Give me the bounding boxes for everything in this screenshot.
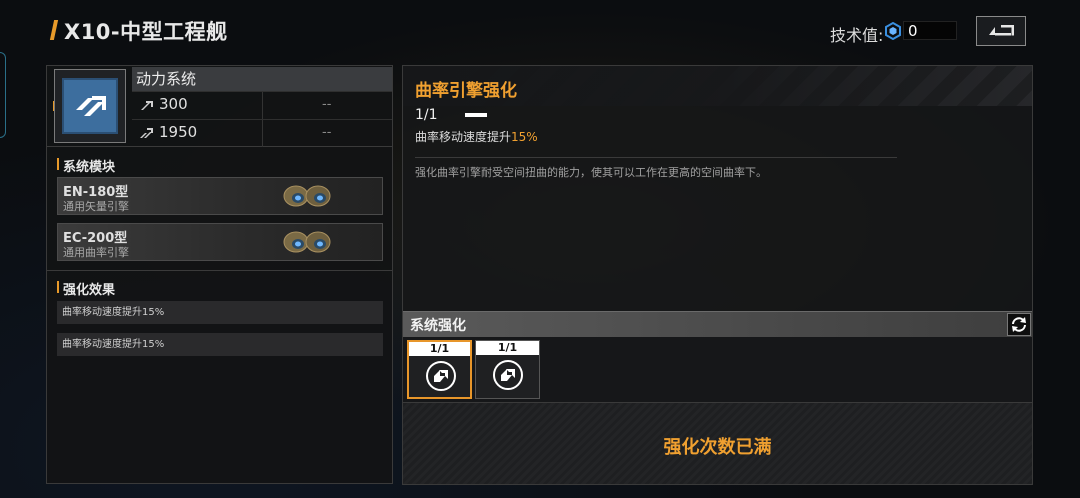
section-divider [47,270,392,271]
effect-row: 曲率移动速度提升15% [57,333,383,356]
upgrade-detail-panel: 曲率引擎强化 1/1 曲率移动速度提升15% 强化曲率引擎耐受空间扭曲的能力，使… [402,65,1033,485]
stat-divider [262,120,263,147]
acceleration-icon [140,128,153,138]
slot-count: 1/1 [476,341,539,355]
module-item-en180[interactable]: EN-180型 通用矢量引擎 [57,177,383,215]
upgrade-title: 曲率引擎强化 [415,81,517,101]
slot-count: 1/1 [409,342,470,356]
speed-icon [141,101,153,110]
enhance-slot-1[interactable]: 1/1 [407,340,472,399]
effects-section-label: 强化效果 [57,279,115,298]
page-title: X10-中型工程舰 [64,20,228,44]
upgrade-effect: 曲率移动速度提升15% [415,128,538,145]
module-subtitle: 通用曲率引擎 [63,246,129,259]
upgrade-level-bar [465,113,487,117]
refresh-icon [1012,317,1026,332]
module-item-ec200[interactable]: EC-200型 通用曲率引擎 [57,223,383,261]
upgrade-divider [415,157,897,158]
tech-value-box: 0 [903,21,957,40]
enhance-slot-2[interactable]: 1/1 [475,340,540,399]
side-drawer-handle[interactable] [0,52,6,138]
modules-section-label: 系统模块 [57,156,115,175]
stat-row-speed: 300 -- [132,91,392,119]
enhance-maxed-text: 强化次数已满 [663,437,772,458]
enhance-title: 系统强化 [410,318,466,334]
engine-module-icon [283,231,331,253]
system-icon-frame[interactable] [54,69,126,143]
stat-speed-next: -- [322,97,332,112]
stat-row-acceleration: 1950 -- [132,119,392,147]
tech-value-label: 技术值: [830,26,884,45]
effect-row: 曲率移动速度提升15% [57,301,383,324]
enhance-slots: 1/1 1/1 [403,337,1032,402]
stat-divider [262,92,263,119]
warp-engine-icon [493,360,523,390]
upgrade-effect-value: 15% [511,130,538,144]
back-button[interactable] [976,16,1026,46]
system-header: 动力系统 300 -- 1950 -- [47,66,392,147]
refresh-button[interactable] [1007,313,1031,336]
enhance-bar: 系统强化 [403,311,1032,337]
tech-points-icon [885,22,901,40]
warp-engine-icon [426,361,456,391]
power-system-icon [62,78,118,134]
module-subtitle: 通用矢量引擎 [63,200,129,213]
enhance-maxed-area: 强化次数已满 [403,402,1032,484]
upgrade-level: 1/1 [415,107,438,123]
system-name: 动力系统 [132,67,392,91]
upgrade-effect-text: 曲率移动速度提升 [415,130,512,144]
stat-speed-value: 300 [159,95,188,113]
engine-module-icon [283,185,331,207]
upgrade-description: 强化曲率引擎耐受空间扭曲的能力，使其可以工作在更高的空间曲率下。 [415,166,767,179]
stat-acceleration-next: -- [322,125,332,140]
return-icon [989,25,1014,36]
stat-acceleration-value: 1950 [159,123,198,141]
system-info-panel: 动力系统 300 -- 1950 -- 系统模块 EN-180型 通用矢量引擎 [46,65,393,484]
tech-value: 0 [908,22,918,40]
